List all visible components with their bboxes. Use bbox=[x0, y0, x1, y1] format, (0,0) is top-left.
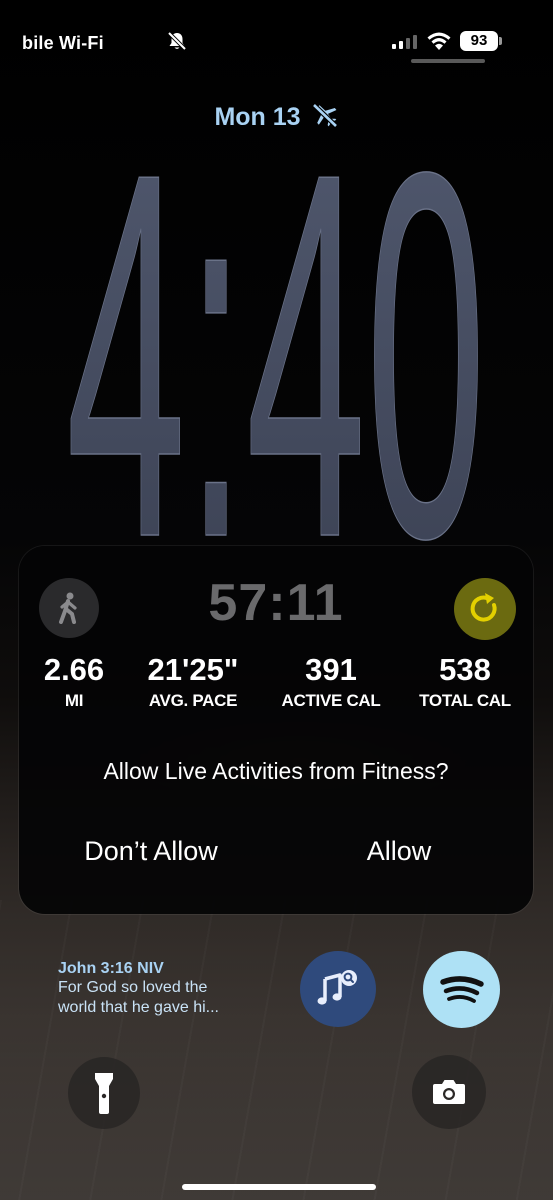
bible-verse-widget[interactable]: John 3:16 NIV For God so loved the world… bbox=[58, 960, 288, 1018]
stat-value: 2.66 bbox=[43, 652, 105, 687]
carrier-label: bile Wi-Fi bbox=[22, 33, 104, 53]
control-center-grabber[interactable] bbox=[411, 59, 485, 63]
fitness-live-activity: 57:11 2.66 MI 21'25" AVG. PACE 391 ACTIV… bbox=[19, 546, 533, 914]
wallpaper bbox=[0, 900, 553, 1200]
status-bar: bile Wi-Fi 93 bbox=[0, 0, 553, 80]
battery-tip bbox=[499, 37, 502, 45]
stat-value: 538 bbox=[439, 652, 491, 687]
stat-label: AVG. PACE bbox=[148, 691, 238, 710]
spotify-widget[interactable] bbox=[423, 951, 500, 1028]
wifi-icon bbox=[425, 30, 453, 57]
clock[interactable]: 4:40 bbox=[0, 64, 553, 647]
stat-pace: 21'25" AVG. PACE bbox=[131, 651, 255, 713]
live-activity-prompt: Allow Live Activities from Fitness? bbox=[103, 758, 449, 784]
stat-value: 21'25" bbox=[147, 652, 239, 687]
silent-mode-icon bbox=[166, 30, 188, 57]
music-recognition-widget[interactable] bbox=[300, 951, 376, 1027]
stat-active-cal: 391 ACTIVE CAL bbox=[273, 651, 389, 713]
resume-button[interactable] bbox=[454, 578, 516, 640]
verse-line-1: For God so loved the bbox=[58, 979, 208, 996]
allow-button[interactable]: Allow bbox=[299, 836, 499, 867]
stat-label: TOTAL CAL bbox=[419, 691, 511, 710]
dont-allow-button[interactable]: Don’t Allow bbox=[51, 836, 251, 867]
clock-time: 4:40 bbox=[66, 115, 486, 555]
stat-label: ACTIVE CAL bbox=[281, 691, 381, 710]
camera-button[interactable] bbox=[412, 1055, 486, 1129]
stat-total-cal: 538 TOTAL CAL bbox=[409, 651, 521, 713]
verse-reference: John 3:16 NIV bbox=[58, 960, 164, 977]
cellular-signal-icon bbox=[392, 35, 418, 54]
battery-indicator: 93 bbox=[460, 31, 498, 51]
flashlight-button[interactable] bbox=[68, 1057, 140, 1129]
verse-line-2: world that he gave hi... bbox=[58, 999, 219, 1016]
stat-label: MI bbox=[64, 691, 84, 710]
workout-stats: 2.66 MI 21'25" AVG. PACE 391 ACTIVE CAL … bbox=[19, 651, 533, 721]
stat-distance: 2.66 MI bbox=[37, 651, 111, 713]
stat-value: 391 bbox=[305, 652, 357, 687]
home-indicator[interactable] bbox=[182, 1184, 376, 1190]
